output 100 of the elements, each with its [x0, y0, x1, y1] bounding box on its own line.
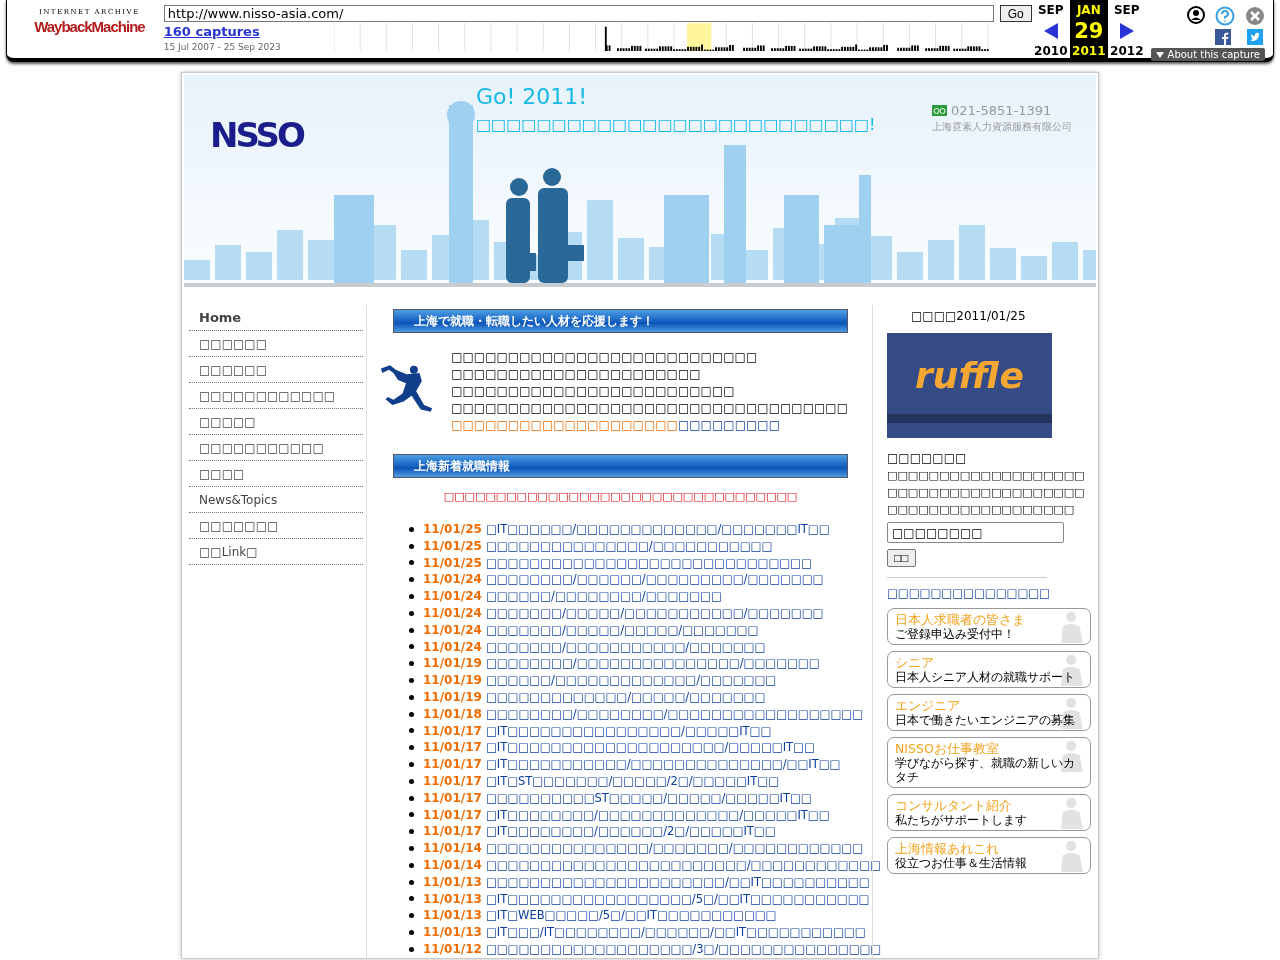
- job-link[interactable]: □IT□□□□□□□□□□□□□□□□□□□□/□□□□□IT□□: [485, 739, 815, 757]
- header-title: Go! 2011!: [476, 83, 588, 111]
- job-link[interactable]: □□□□□□□□□□ST□□□□□/□□□□□/□□□□□IT□□: [485, 789, 812, 807]
- news-date: 11/01/12: [423, 940, 482, 958]
- job-link[interactable]: □□□□□□□□□□□□□□□□□□□□□□/□□IT□□□□□□□□□□: [485, 873, 870, 891]
- job-link[interactable]: □□□□□□/□□□□□□□□/□□□□□□□: [485, 588, 722, 605]
- nav-link[interactable]: □□□□□□□□□□□: [189, 435, 363, 461]
- banner-subtitle: 日本で働きたいエンジニアの募集: [895, 713, 1076, 727]
- calendar-month[interactable]: SEP 2010: [1031, 0, 1070, 58]
- job-link[interactable]: □□□□□□□□□□□□□/□□□□□/□□□□□□□: [485, 688, 766, 706]
- news-date: 11/01/18: [423, 705, 482, 723]
- search-field[interactable]: □□□□□□□□: [887, 522, 1064, 543]
- job-link[interactable]: □□□□□□□□/□□□□□□□□□□□□□□□/□□□□□□□: [485, 655, 820, 673]
- calendar-month[interactable]: SEP 2012: [1107, 0, 1146, 58]
- intro-link[interactable]: □□□□□□□□□: [677, 418, 780, 432]
- day-label: 29: [1074, 19, 1104, 42]
- next-arrow-icon[interactable]: [1119, 22, 1134, 39]
- capture-range: 15 Jul 2007 - 25 Sep 2023: [163, 42, 282, 52]
- banner-button[interactable]: 日本人求職者の皆さま ご登録申込み受付中！: [887, 608, 1091, 645]
- banner-button[interactable]: エンジニア 日本で働きたいエンジニアの募集: [887, 694, 1091, 731]
- banner-title: 日本人求職者の皆さま: [895, 612, 1025, 627]
- nav-link[interactable]: □□□□□□: [189, 357, 363, 383]
- job-link[interactable]: □□□□□□□/□□□□□/□□□□□□□□□□□/□□□□□□□: [485, 605, 824, 622]
- banner-button[interactable]: NISSOお仕事教室 学びながら探す、就職の新しいカタチ: [887, 737, 1091, 788]
- url-field[interactable]: http://www.nisso-asia.com/: [163, 5, 994, 22]
- close-icon[interactable]: [1245, 6, 1265, 26]
- bullet-icon: [409, 762, 414, 768]
- nav-link[interactable]: □□□□□□□□□□□□: [189, 383, 363, 409]
- job-link[interactable]: □□□□□□□□□□□□□□□□□□□□□□□□□□□□□□: [485, 554, 812, 572]
- news-date: 11/01/14: [423, 856, 482, 874]
- job-link[interactable]: □□□□□□□□□□□□□□□/□□□□□□□□□□□: [485, 537, 773, 555]
- search-button[interactable]: □□: [887, 549, 916, 567]
- job-link[interactable]: □IT□□□□□□□□□□□/□□□□□□□□□□□□□□/□□IT□□: [485, 756, 841, 773]
- wayback-logo[interactable]: WaybackMachine: [34, 16, 145, 38]
- about-capture-button[interactable]: About this capture: [1150, 48, 1265, 61]
- company-logo[interactable]: NSSO: [210, 115, 303, 155]
- search-description: □□□□□□□□□□□□□□□□□□: [887, 502, 1075, 518]
- job-link[interactable]: □IT□□□□□□□□□□□□□□□□/□□□□□IT□□: [485, 722, 772, 740]
- bullet-icon: [409, 711, 414, 717]
- ruffle-logo: ruffle: [915, 355, 1024, 396]
- bullet-icon: [409, 678, 414, 684]
- news-date: 11/01/13: [423, 873, 482, 891]
- job-link[interactable]: □□□□□□□□□□□□□□□/□□□□□□□/□□□□□□□□□□□□: [485, 840, 864, 857]
- free-dial-icon: [932, 105, 947, 116]
- intro-line: □□□□□□□□□□□□□□□□□□□□□□□□□□□□□□□□□□□: [451, 400, 848, 417]
- nav-link[interactable]: □□□□□□□: [189, 513, 363, 539]
- bullet-icon: [409, 526, 414, 532]
- job-link[interactable]: □□□□□□□/□□□□□□□□□□□/□□□□□□□: [485, 638, 766, 656]
- bullet-icon: [409, 610, 414, 616]
- account-icon[interactable]: [1187, 6, 1205, 24]
- previous-arrow-icon[interactable]: [1043, 22, 1058, 39]
- section-heading: 上海新着就職情報: [393, 454, 848, 478]
- job-link[interactable]: □IT□ST□□□□□□□/□□□□□/2□/□□□□□IT□□: [485, 772, 779, 790]
- job-link[interactable]: □IT□WEB□□□□□/5□/□□IT□□□□□□□□□□□: [485, 907, 777, 925]
- news-date: 11/01/24: [423, 621, 482, 639]
- news-date: 11/01/24: [423, 638, 482, 656]
- job-link[interactable]: □□□□□□□□/□□□□□□/□□□□□□□□□/□□□□□□□: [485, 571, 824, 589]
- side-link[interactable]: □□□□□□□□□□□□□□□: [887, 586, 1050, 600]
- help-icon[interactable]: [1215, 6, 1235, 26]
- job-link[interactable]: □□□□□□/□□□□□□□□□□□□□/□□□□□□□: [485, 672, 777, 689]
- month-label: JAN: [1076, 3, 1101, 17]
- nav-link[interactable]: □□□□□□: [189, 331, 363, 357]
- twitter-icon[interactable]: [1247, 29, 1263, 45]
- banner-subtitle: ご登録申込み受付中！: [895, 627, 1016, 641]
- banner-title: エンジニア: [895, 698, 960, 713]
- bullet-icon: [409, 879, 414, 885]
- job-link[interactable]: □IT□□□/IT□□□□□□□□/□□□□□□/□□IT□□□□□□□□□□□: [485, 924, 866, 941]
- go-button[interactable]: Go: [999, 5, 1032, 22]
- job-link[interactable]: □IT□□□□□□/□□□□□□□□□□□□□/□□□□□□□IT□□: [485, 521, 830, 538]
- section-heading: 上海で就職・転職したい人材を応援します！: [393, 309, 848, 333]
- facebook-icon[interactable]: [1215, 29, 1231, 45]
- job-link[interactable]: □IT□□□□□□□□/□□□□□□□□□□□□□/□□□□□IT□□: [485, 806, 830, 824]
- nav-link[interactable]: □□Link□: [189, 539, 363, 565]
- job-link[interactable]: □□□□□□□□□□□□□□□□□□□/3□/□□□□□□□□□□□□□□□: [485, 940, 882, 958]
- banner-button[interactable]: シニア 日本人シニア人材の就職サポート: [887, 651, 1091, 688]
- captures-link[interactable]: 160 captures: [163, 24, 334, 39]
- nav-link[interactable]: □□□□□: [189, 409, 363, 435]
- nav-link[interactable]: Home: [189, 305, 363, 331]
- job-link[interactable]: □IT□□□□□□□□□□□□□□□□□/5□/□□IT□□□□□□□□□□□: [485, 890, 870, 908]
- bullet-icon: [409, 946, 414, 952]
- banner-title: 上海情報あれこれ: [895, 841, 999, 856]
- bullet-icon: [409, 795, 414, 801]
- bullet-icon: [409, 745, 414, 751]
- bullet-icon: [409, 728, 414, 734]
- job-link[interactable]: □□□□□□□□□□□□□□□□□□□□□□□□/□□□□□□□□□□□□: [485, 856, 881, 874]
- news-date: 11/01/13: [423, 924, 482, 941]
- news-date: 11/01/17: [423, 806, 482, 824]
- banner-title: シニア: [895, 655, 934, 670]
- nav-link[interactable]: □□□□: [189, 461, 363, 487]
- company-name: 上海霓素人力資源服務有限公司: [932, 120, 1072, 134]
- calendar-month[interactable]: JAN 29 2011: [1069, 0, 1108, 58]
- banner-subtitle: 学びながら探す、就職の新しいカタチ: [895, 756, 1076, 784]
- year-label: 2012: [1110, 44, 1144, 58]
- banner-button[interactable]: 上海情報あれこれ 役立つお仕事＆生活情報: [887, 837, 1091, 874]
- job-link[interactable]: □□□□□□□□/□□□□□□□□/□□□□□□□□□□□□□□□□□□: [485, 705, 864, 723]
- job-link[interactable]: □IT□□□□□□□□/□□□□□□/2□/□□□□□IT□□: [485, 823, 776, 841]
- job-link[interactable]: □□□□□□□/□□□□□/□□□□□/□□□□□□□: [485, 621, 759, 639]
- intro-line: □□□□□□□□□□□□□□□□□□□□□□: [451, 366, 702, 383]
- nav-link[interactable]: News&Topics: [189, 487, 363, 513]
- banner-button[interactable]: コンサルタント紹介 私たちがサポートします: [887, 794, 1091, 831]
